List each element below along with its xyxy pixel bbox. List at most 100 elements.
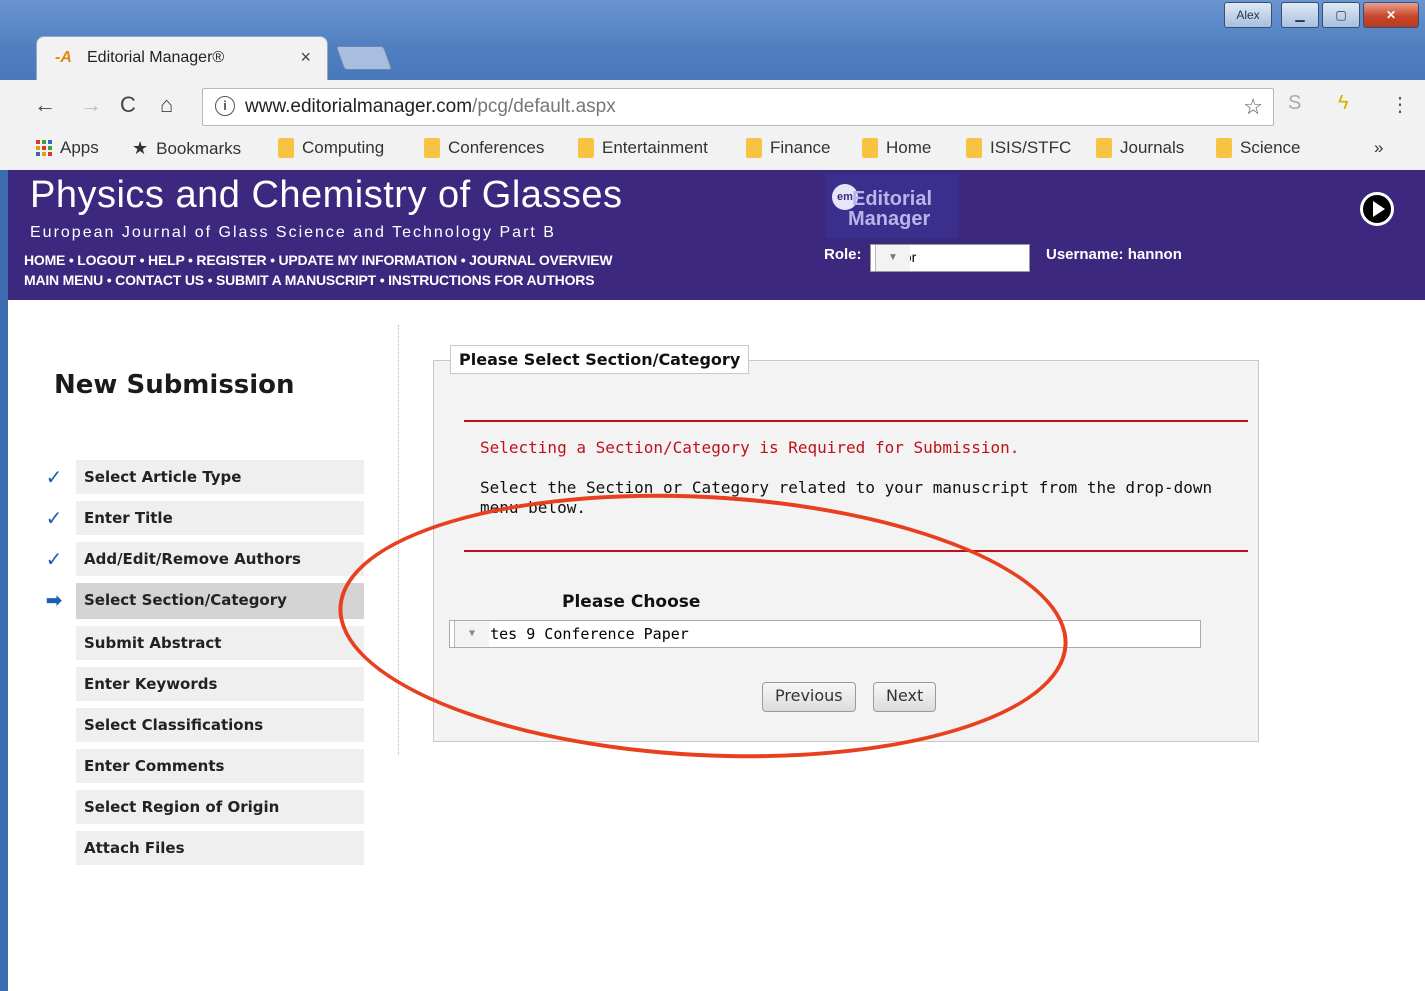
browser-toolbar: ← → C ⌂ i www.editorialmanager.com/pcg/d… [0,80,1425,132]
browser-window: Alex ▁ ▢ ✕ -A Editorial Manager® × ← → C… [0,0,1425,991]
page-content: Physics and Chemistry of Glasses Europea… [8,170,1425,991]
bookmark-science[interactable]: Science [1216,138,1300,158]
checkmark-icon: ✓ [45,547,63,571]
bookmark-bookmarks[interactable]: ★ Bookmarks [132,138,241,159]
bookmark-label: Journals [1120,138,1185,157]
journal-header: Physics and Chemistry of Glasses Europea… [8,170,1425,300]
bookmark-finance[interactable]: Finance [746,138,830,158]
title-bar: Alex ▁ ▢ ✕ -A Editorial Manager® × [0,0,1425,81]
bookmark-label: Bookmarks [156,138,242,158]
bookmark-label: Science [1240,138,1301,157]
back-arrow-icon[interactable]: ← [34,92,56,118]
role-label: Role: [824,246,862,263]
forward-arrow-icon[interactable]: → [80,92,102,118]
bookmark-label: Entertainment [602,138,708,157]
step-select-classifications[interactable]: Select Classifications [76,708,364,742]
bookmark-journals[interactable]: Journals [1096,138,1184,158]
bookmark-home[interactable]: Home [862,138,931,158]
step-label: Attach Files [84,839,185,857]
window-left-edge [0,170,8,991]
bookmark-label: Conferences [448,138,545,157]
folder-icon [1216,138,1232,158]
window-controls: Alex ▁ ▢ ✕ [1224,2,1419,28]
bookmark-apps-label: Apps [60,138,99,157]
role-select[interactable]: Author ▼ [870,244,1030,272]
close-window-button[interactable]: ✕ [1363,2,1419,28]
step-label: Submit Abstract [84,634,222,652]
bookmark-apps[interactable]: Apps [36,138,99,158]
step-enter-comments[interactable]: Enter Comments [76,749,364,783]
header-nav-line-1[interactable]: HOME • LOGOUT • HELP • REGISTER • UPDATE… [24,252,613,268]
bookmarks-bar: Apps ★ Bookmarks Computing Conferences E… [0,132,1425,171]
folder-icon [966,138,982,158]
checkmark-icon: ✓ [45,506,63,530]
journal-subtitle: European Journal of Glass Science and Te… [30,224,556,241]
folder-icon [746,138,762,158]
profile-button[interactable]: Alex [1224,2,1272,28]
folder-icon [862,138,878,158]
step-select-region-of-origin[interactable]: Select Region of Origin [76,790,364,824]
browser-tab[interactable]: -A Editorial Manager® × [36,36,328,81]
submission-steps: ✓ Select Article Type ✓ Enter Title ✓ Add/E… [46,460,364,872]
step-label: Enter Keywords [84,675,218,693]
bookmark-label: ISIS/STFC [990,138,1072,157]
logo-line-2: Manager [848,208,931,230]
bookmark-entertainment[interactable]: Entertainment [578,138,708,158]
tab-title: Editorial Manager® [87,49,225,66]
step-label: Enter Comments [84,757,225,775]
bookmark-label: Finance [770,138,831,157]
required-message: Selecting a Section/Category is Required… [480,438,1020,457]
folder-icon [424,138,440,158]
editorial-manager-favicon-icon: -A [55,49,72,66]
step-select-section-category[interactable]: ➡ Select Section/Category [46,583,364,619]
skype-extension-icon[interactable]: S [1288,92,1301,115]
home-icon[interactable]: ⌂ [160,92,173,118]
chevron-down-icon[interactable]: ▼ [875,245,910,271]
checkmark-icon: ✓ [45,465,63,489]
step-label: Select Classifications [84,716,264,734]
menu-kebab-icon[interactable]: ⋮ [1390,92,1410,117]
lightning-extension-icon[interactable]: ϟ [1338,92,1349,115]
bookmarks-overflow-button[interactable]: » [1374,138,1383,158]
tab-close-icon[interactable]: × [300,47,311,68]
bookmark-label: Home [886,138,932,157]
step-label: Select Section/Category [84,591,287,609]
step-enter-title[interactable]: ✓ Enter Title [46,501,364,535]
reload-icon[interactable]: C [120,92,136,118]
journal-title: Physics and Chemistry of Glasses [30,174,623,216]
step-add-edit-remove-authors[interactable]: ✓ Add/Edit/Remove Authors [46,542,364,576]
bookmark-computing[interactable]: Computing [278,138,384,158]
maximize-button[interactable]: ▢ [1322,2,1360,28]
bookmark-star-icon[interactable]: ☆ [1243,94,1263,120]
folder-icon [1096,138,1112,158]
site-info-icon[interactable]: i [215,96,235,116]
current-step-arrow-icon: ➡ [45,588,63,612]
step-label: Select Article Type [84,468,242,486]
step-submit-abstract[interactable]: Submit Abstract [76,626,364,660]
step-label: Add/Edit/Remove Authors [84,550,301,568]
address-bar[interactable]: i www.editorialmanager.com/pcg/default.a… [202,88,1274,126]
bookmark-conferences[interactable]: Conferences [424,138,544,158]
sidebar-title: New Submission [54,370,295,400]
folder-icon [278,138,294,158]
bookmark-isis-stfc[interactable]: ISIS/STFC [966,138,1071,158]
username-label: Username: hannon [1046,246,1182,263]
step-enter-keywords[interactable]: Enter Keywords [76,667,364,701]
step-label: Select Region of Origin [84,798,280,816]
panel-legend: Please Select Section/Category [450,345,750,374]
step-attach-files[interactable]: Attach Files [76,831,364,865]
red-divider-top [464,420,1248,422]
header-nav-line-2[interactable]: MAIN MENU • CONTACT US • SUBMIT A MANUSC… [24,272,595,288]
new-tab-button[interactable] [335,46,393,70]
apps-grid-icon [36,140,52,156]
address-url: www.editorialmanager.com/pcg/default.asp… [245,96,616,117]
bookmark-label: Computing [302,138,385,157]
step-label: Enter Title [84,509,173,527]
folder-icon [578,138,594,158]
minimize-button[interactable]: ▁ [1281,2,1319,28]
play-tutorial-icon[interactable] [1360,192,1394,226]
overflow-chevron-icon: » [1374,138,1384,157]
editorial-manager-logo: em Editorial Manager [826,174,958,238]
step-select-article-type[interactable]: ✓ Select Article Type [46,460,364,494]
star-icon: ★ [132,138,149,158]
